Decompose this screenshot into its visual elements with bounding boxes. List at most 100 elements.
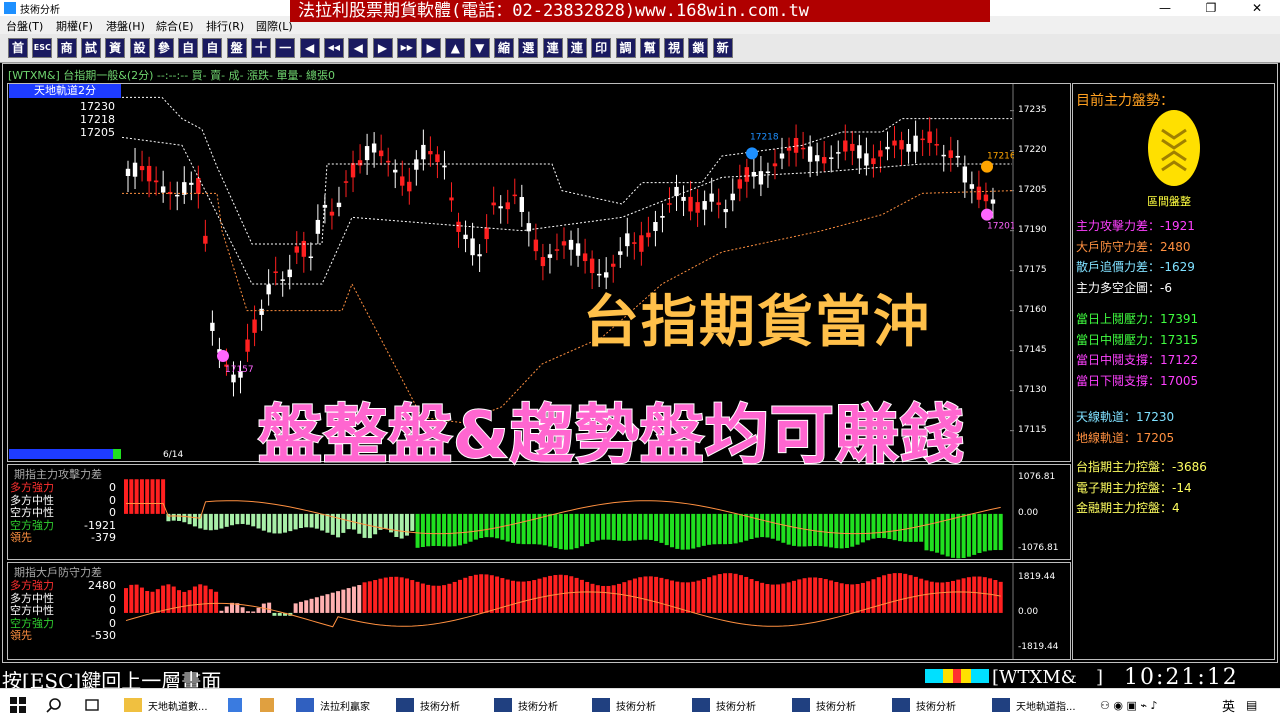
toolbar-button-5[interactable]: 設: [129, 38, 150, 58]
sub-bar: [723, 513, 728, 545]
toolbar-button-23[interactable]: 連: [566, 38, 587, 58]
toolbar-button-22[interactable]: 連: [542, 38, 563, 58]
candle-body: [723, 209, 728, 213]
toolbar-button-21[interactable]: 選: [518, 38, 539, 58]
toolbar-button-2[interactable]: 商: [56, 38, 77, 58]
sub-tick: 0.00: [1018, 606, 1039, 617]
file-explorer-button[interactable]: [228, 689, 248, 721]
price-tick: 17190: [1018, 224, 1047, 235]
taskbar-app[interactable]: 技術分析: [592, 689, 684, 721]
sub-bar: [834, 513, 839, 549]
info-row: 主力攻擊力差：-1921: [1076, 219, 1195, 233]
sub-bar: [786, 582, 791, 613]
menu-hk[interactable]: 港盤(H): [106, 18, 145, 34]
toolbar-button-12[interactable]: ◀: [299, 38, 320, 58]
sub-bar: [935, 582, 940, 613]
toolbar-button-19[interactable]: ▼: [469, 38, 490, 58]
toolbar-button-17[interactable]: ▶: [421, 38, 442, 58]
sub-bar: [903, 513, 908, 542]
sub-bar: [373, 580, 378, 613]
taskbar-app[interactable]: 技術分析: [792, 689, 884, 721]
toolbar-button-20[interactable]: 縮: [494, 38, 514, 58]
toolbar-button-11[interactable]: 一: [275, 38, 296, 58]
menu-intl[interactable]: 國際(L): [256, 18, 293, 34]
sub-bar: [399, 577, 404, 613]
toolbar-button-25[interactable]: 調: [615, 38, 636, 58]
toolbar-button-26[interactable]: 幫: [639, 38, 660, 58]
toolbar-button-29[interactable]: 新: [712, 38, 733, 58]
toolbar-button-10[interactable]: 十: [251, 38, 271, 58]
menu-composite[interactable]: 綜合(E): [156, 18, 194, 34]
overlay-headline: 台指期貨當沖: [583, 290, 931, 355]
toolbar-button-15[interactable]: ▶: [372, 38, 393, 58]
taskbar-app[interactable]: 技術分析: [494, 689, 586, 721]
start-button[interactable]: [10, 689, 40, 721]
menu-tai[interactable]: 台盤(T): [6, 18, 43, 34]
paint-button[interactable]: [260, 689, 280, 721]
candle-body: [836, 152, 841, 154]
candle-body: [315, 219, 321, 234]
system-tray[interactable]: ⚇ ◉ ▣ ⌁ ♪: [1100, 689, 1200, 721]
task-view-button[interactable]: [84, 689, 108, 721]
taskbar-app[interactable]: 天地軌道指...: [992, 689, 1084, 721]
sub-bar: [399, 513, 404, 539]
menu-ranking[interactable]: 排行(R): [206, 18, 244, 34]
toolbar-button-27[interactable]: 視: [664, 38, 685, 58]
candle-body: [160, 186, 166, 193]
sub-bar: [632, 578, 637, 613]
toolbar-button-6[interactable]: 參: [153, 38, 174, 58]
sub-bar: [569, 576, 574, 613]
info-row: 散戶追價力差：-1629: [1076, 260, 1195, 274]
candle-body: [231, 374, 236, 383]
minimize-button[interactable]: —: [1142, 0, 1188, 16]
sub-bar: [442, 585, 447, 613]
sub-bar: [770, 584, 775, 613]
candle-body: [786, 147, 792, 151]
taskbar-app-label: 天地軌道指...: [1016, 701, 1076, 713]
sub-bar: [887, 513, 892, 539]
sub-bar: [670, 513, 675, 548]
toolbar-button-0[interactable]: 首: [8, 38, 28, 58]
taskbar-app[interactable]: 天地軌道數...: [124, 689, 216, 721]
sub-bar: [277, 513, 282, 534]
sub-bar: [972, 576, 977, 613]
price-tick: 17160: [1018, 304, 1047, 315]
candle-body: [948, 150, 953, 158]
toolbar-button-14[interactable]: ◀: [348, 38, 369, 58]
time-scrollbar[interactable]: [9, 449, 121, 459]
maximize-button[interactable]: ❐: [1188, 0, 1234, 16]
sub-bar: [383, 577, 388, 613]
toolbar-button-8[interactable]: 自: [202, 38, 223, 58]
toolbar-button-4[interactable]: 資: [105, 38, 126, 58]
toolbar-button-18[interactable]: ▲: [445, 38, 466, 58]
scroll-thumb[interactable]: [113, 449, 121, 459]
toolbar-button-1[interactable]: ESC: [32, 38, 53, 58]
toolbar-button-13[interactable]: ◀◀: [323, 38, 344, 58]
taskbar-app[interactable]: 技術分析: [692, 689, 784, 721]
candle-body: [765, 171, 771, 174]
toolbar-button-3[interactable]: 試: [80, 38, 101, 58]
taskbar-app[interactable]: 法拉利贏家: [296, 689, 388, 721]
toolbar-button-9[interactable]: 盤: [226, 38, 247, 58]
app-icon: [692, 698, 710, 712]
sub-bar: [235, 513, 240, 525]
taskbar-app[interactable]: 技術分析: [396, 689, 488, 721]
search-button[interactable]: [46, 689, 72, 721]
ime-indicator[interactable]: 英: [1222, 689, 1235, 721]
toolbar-button-7[interactable]: 自: [178, 38, 199, 58]
menu-options[interactable]: 期權(F): [56, 18, 93, 34]
sub-bar: [357, 585, 362, 613]
app-icon: [792, 698, 810, 712]
toolbar-button-24[interactable]: 印: [591, 38, 612, 58]
taskbar-app[interactable]: 技術分析: [892, 689, 984, 721]
close-button[interactable]: ✕: [1234, 0, 1280, 16]
sub-bar: [203, 513, 208, 530]
notification-icon[interactable]: ▤: [1246, 689, 1257, 721]
toolbar-button-16[interactable]: ▶▶: [396, 38, 417, 58]
legend-label-sky: 天線軌道: [10, 100, 54, 113]
sub-label: 多方強力: [10, 481, 54, 494]
app-icon: [4, 2, 16, 14]
tray-icons[interactable]: ⚇ ◉ ▣ ⌁ ♪: [1100, 699, 1157, 712]
toolbar-button-28[interactable]: 鎖: [688, 38, 709, 58]
defense-panel-title: 期指大戶防守力差: [14, 566, 102, 579]
